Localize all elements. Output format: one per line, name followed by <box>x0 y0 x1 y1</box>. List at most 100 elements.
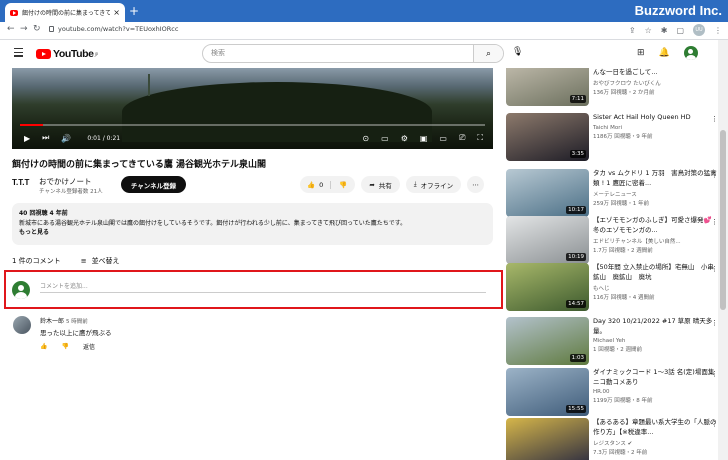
tab-close-icon[interactable]: × <box>113 8 120 17</box>
subscribe-button[interactable]: チャンネル登録 <box>121 176 186 193</box>
forward-button[interactable]: → <box>20 24 28 34</box>
comment-author-avatar[interactable] <box>13 316 31 334</box>
profile-avatar[interactable]: UU <box>693 24 705 36</box>
page-scrollbar[interactable] <box>718 40 728 460</box>
video-duration: 3:35 <box>569 150 586 158</box>
browser-tab[interactable]: 餌付けの時間の前に集まってきている鷹 ... × <box>5 3 125 22</box>
new-tab-button[interactable]: + <box>129 5 139 17</box>
settings-gear-icon[interactable]: ⚙ <box>401 134 408 143</box>
back-button[interactable]: ← <box>7 24 15 34</box>
recommendation-channel[interactable]: レジスタンス ✔ <box>593 439 718 447</box>
recommendation-title[interactable]: 【50年間 立入禁止の場所】宅無山 小串鉱山 廃鉱山 廃坑 <box>593 263 718 282</box>
video-progress-bar[interactable] <box>20 124 485 126</box>
sidepanel-icon[interactable]: ▢ <box>676 26 684 35</box>
search-input[interactable]: 検索 <box>203 45 473 62</box>
notifications-bell-icon[interactable]: 🔔 <box>659 48 670 58</box>
comments-header: 1 件のコメント ≡ 並べ替え <box>12 256 120 266</box>
recommendation-channel[interactable]: Taichi Mori <box>593 125 718 131</box>
extensions-icon[interactable]: ✱ <box>661 26 668 35</box>
recommendation-title[interactable]: タカ vs ムクドリ 1 万羽 害鳥対策の猛禽類 ! 1 鷹匠に密着... <box>593 169 718 188</box>
url-field[interactable]: youtube.com/watch?v=TEUoxhIORcc <box>58 25 178 33</box>
video-description[interactable]: 40 回視聴 4 年前 新城市にある湯谷観光ホテル泉山閣では鷹の餌付けをしている… <box>12 203 493 245</box>
recommendation-title[interactable]: 【あるある】章題最い系大学生の「人脈の作り方」【※税違率... <box>593 418 718 437</box>
offline-button[interactable]: ⤓ オフライン <box>405 176 462 193</box>
share-page-icon[interactable]: ⇪ <box>629 26 636 35</box>
recommendation-thumbnail[interactable]: 7:11 <box>506 68 589 106</box>
sort-button[interactable]: ≡ 並べ替え <box>81 256 120 266</box>
recommendation-thumbnail[interactable]: 15:55 <box>506 368 589 416</box>
share-label: 共有 <box>378 181 392 190</box>
recommendation-channel[interactable]: エドビリチャンネル【美しい自然... <box>593 237 718 245</box>
sort-icon: ≡ <box>80 257 87 265</box>
next-icon[interactable]: ⏭ <box>42 133 49 143</box>
comment-like-icon[interactable]: 👍 <box>40 343 47 350</box>
comment-author[interactable]: 鈴木一郎 5 時間前 <box>40 316 88 325</box>
more-vertical-icon[interactable]: ⋮ <box>711 319 718 327</box>
more-actions-button[interactable]: ⋯ <box>467 176 485 193</box>
recommendation-channel[interactable]: メーテレニュース <box>593 190 718 198</box>
comment-time: 5 時間前 <box>66 319 88 325</box>
bookmark-star-icon[interactable]: ☆ <box>645 26 652 35</box>
subtitles-icon[interactable]: ▭ <box>381 134 389 143</box>
comment-reply-button[interactable]: 返信 <box>83 342 95 351</box>
recommendation-thumbnail[interactable]: 10:19 <box>506 216 589 264</box>
fullscreen-icon[interactable]: ⛶ <box>477 133 483 143</box>
comment-input[interactable]: コメントを追加... <box>40 281 486 293</box>
create-video-icon[interactable]: ⊞ <box>637 48 645 58</box>
recommendation-channel[interactable]: もへじ <box>593 284 718 292</box>
description-stats: 40 回視聴 4 年前 <box>19 210 68 217</box>
share-button[interactable]: ➦ 共有 <box>361 176 400 193</box>
theater-mode-icon[interactable]: ▭ <box>439 134 447 143</box>
recommendation-title[interactable]: 【エゾモモンガのふしぎ】可愛さ爆発💕冬のエゾモモンガの... <box>593 216 718 235</box>
volume-icon[interactable]: 🔊 <box>61 134 71 143</box>
recommendation-item[interactable]: 14:57 【50年間 立入禁止の場所】宅無山 小串鉱山 廃鉱山 廃坑 もへじ 116… <box>506 263 718 319</box>
comment-dislike-icon[interactable]: 👎 <box>61 343 68 350</box>
lock-icon <box>49 26 54 32</box>
recommendation-title[interactable]: Day 320 10/21/2022 #17 草原 晴天多量。 <box>593 317 718 336</box>
reload-button[interactable]: ↻ <box>33 24 41 34</box>
recommendation-info: アクーに野生 化コマテルケ犬で男性はどんな一日を過ごして… おやびフクロウ たいび… <box>593 68 718 96</box>
cast-icon[interactable]: ⎚ <box>459 133 465 143</box>
recommendation-thumbnail[interactable] <box>506 418 589 460</box>
recommendation-title[interactable]: Sister Act Hail Holy Queen HD <box>593 113 718 123</box>
recommendation-title[interactable]: ダイナミックコード 1〜3話 名(定)場面集 ニコ動コメあり <box>593 368 718 387</box>
recommendation-item[interactable]: 1:03 Day 320 10/21/2022 #17 草原 晴天多量。 Micha… <box>506 317 718 373</box>
user-avatar[interactable] <box>683 46 698 60</box>
microphone-icon[interactable]: 🎙 <box>512 47 523 57</box>
recommendation-channel[interactable]: Michael Yeh <box>593 338 718 344</box>
video-player[interactable]: ▶ ⏭ 🔊 0:01 / 0:21 ⊙ ▭ ⚙ ▣ ▭ ⎚ ⛶ <box>12 68 493 149</box>
recommendation-channel[interactable]: おやびフクロウ たいびくん <box>593 79 718 87</box>
recommendation-item[interactable]: 3:35 Sister Act Hail Holy Queen HD Taichi … <box>506 113 718 169</box>
recommendation-item[interactable]: 7:11 アクーに野生 化コマテルケ犬で男性はどんな一日を過ごして… おやびフクロウ… <box>506 68 718 114</box>
browser-menu-icon[interactable]: ⋮ <box>714 26 722 35</box>
more-vertical-icon[interactable]: ⋮ <box>711 171 718 179</box>
channel-name[interactable]: おでかけノート <box>39 176 92 187</box>
show-more-link[interactable]: もっと見る <box>19 228 486 238</box>
more-vertical-icon[interactable]: ⋮ <box>711 218 718 226</box>
search-button[interactable]: ⌕ <box>473 45 503 62</box>
recommendation-thumbnail[interactable]: 1:03 <box>506 317 589 365</box>
autoplay-toggle-icon[interactable]: ⊙ <box>362 134 369 143</box>
recommendation-thumbnail[interactable]: 10:17 <box>506 169 589 217</box>
more-vertical-icon[interactable]: ⋮ <box>711 265 718 273</box>
play-icon[interactable]: ▶ <box>24 134 30 143</box>
hamburger-menu-icon[interactable] <box>14 48 23 59</box>
recommendation-item[interactable]: 【あるある】章題最い系大学生の「人脈の作り方」【※税違率... レジスタンス ✔ 7… <box>506 418 718 460</box>
more-vertical-icon[interactable]: ⋮ <box>711 115 718 123</box>
youtube-logo[interactable]: YouTube JP <box>36 48 98 60</box>
recommendation-item[interactable]: 15:55 ダイナミックコード 1〜3話 名(定)場面集 ニコ動コメあり HR.00… <box>506 368 718 424</box>
recommendation-channel[interactable]: HR.00 <box>593 389 718 395</box>
more-vertical-icon[interactable]: ⋮ <box>711 370 718 378</box>
description-text: 新城市にある湯谷観光ホテル泉山閣では鷹の餌付けをしているそうです。餌付けが行われ… <box>19 219 407 227</box>
scrollbar-thumb[interactable] <box>720 130 726 310</box>
miniplayer-icon[interactable]: ▣ <box>420 134 428 143</box>
like-button[interactable]: 👍 0 <box>300 180 332 189</box>
dislike-button[interactable]: 👎 <box>331 181 355 189</box>
recommendations-sidebar: 7:11 アクーに野生 化コマテルケ犬で男性はどんな一日を過ごして… おやびフクロウ… <box>506 68 718 460</box>
recommendation-title[interactable]: アクーに野生 化コマテルケ犬で男性はどんな一日を過ごして… <box>593 68 718 77</box>
recommendation-thumbnail[interactable]: 3:35 <box>506 113 589 161</box>
recommendation-thumbnail[interactable]: 14:57 <box>506 263 589 311</box>
channel-avatar[interactable]: T.T.T <box>12 178 34 191</box>
video-duration: 7:11 <box>569 95 586 103</box>
more-vertical-icon[interactable]: ⋮ <box>711 420 718 428</box>
